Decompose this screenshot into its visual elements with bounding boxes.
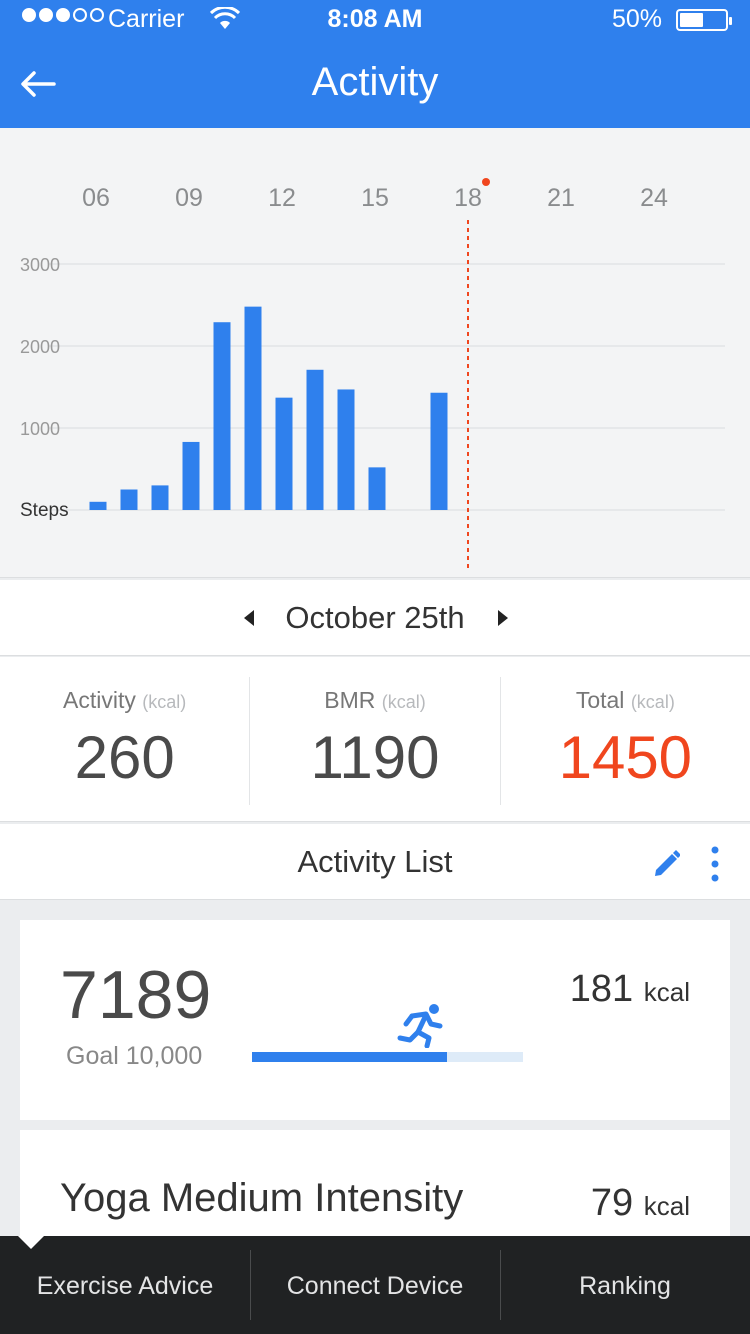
x-tick-label: 21 (547, 184, 575, 212)
step-progress-bar (252, 1052, 523, 1062)
step-progress-fill (252, 1052, 447, 1062)
chart-bar (151, 485, 169, 510)
step-count: 7189 (60, 957, 212, 1033)
chart-bar (182, 441, 200, 510)
bottom-tab-bar: Exercise Advice Connect Device Ranking (0, 1236, 750, 1334)
date-navigator: October 25th (0, 580, 750, 656)
chart-bar (430, 392, 448, 510)
activity-kcal-stat: Activity (kcal) 260 (0, 657, 249, 821)
kcal-unit: kcal (643, 977, 690, 1007)
battery-icon (676, 9, 732, 31)
steps-activity-card[interactable]: 7189 Goal 10,000 181 kcal (20, 920, 730, 1120)
stat-unit: (kcal) (142, 692, 187, 712)
chart-bar (213, 322, 231, 510)
stat-unit: (kcal) (630, 692, 675, 712)
total-kcal-stat: Total (kcal) 1450 (499, 677, 750, 805)
current-date: October 25th (285, 600, 465, 635)
kcal-value: 79 (590, 1182, 634, 1224)
stat-label: Activity (63, 687, 136, 713)
x-tick-label: 24 (640, 184, 668, 212)
tab-ranking[interactable]: Ranking (500, 1236, 750, 1334)
chart-bar (306, 369, 324, 510)
stat-value: 1190 (310, 724, 440, 791)
steps-chart: 3000 2000 1000 Steps 06 09 12 15 18 21 24 (0, 128, 750, 578)
tab-connect-device[interactable]: Connect Device (250, 1236, 500, 1334)
stat-value: 260 (74, 724, 175, 791)
page-title: Activity (311, 60, 439, 104)
current-time-dot (482, 178, 490, 186)
x-tick-label: 09 (175, 184, 203, 212)
chart-bar (244, 306, 262, 510)
chart-bar (120, 489, 138, 510)
chart-bar (337, 389, 355, 510)
chart-bar (89, 501, 107, 510)
y-tick-label: 1000 (20, 419, 60, 439)
x-tick-label: 18 (454, 184, 482, 212)
pencil-icon[interactable] (652, 846, 680, 878)
calorie-stats: Activity (kcal) 260 BMR (kcal) 1190 Tota… (0, 657, 750, 822)
app-header: Carrier 8:08 AM 50% Activity (0, 0, 750, 128)
activity-name: Yoga Medium Intensity (60, 1176, 464, 1220)
x-tick-label: 15 (361, 184, 389, 212)
activity-list-header: Activity List (0, 824, 750, 900)
step-goal: Goal 10,000 (66, 1042, 203, 1070)
stat-value: 1450 (558, 724, 693, 791)
chart-bar (368, 467, 386, 510)
x-tick-label: 12 (268, 184, 296, 212)
more-vertical-icon[interactable] (706, 846, 724, 882)
status-bar: Carrier 8:08 AM 50% (0, 0, 750, 40)
stat-unit: (kcal) (381, 692, 426, 712)
steps-bar-chart: 3000 2000 1000 Steps 06 09 12 15 18 21 24 (20, 178, 725, 568)
activity-list-title: Activity List (297, 844, 453, 879)
kcal-value: 181 (569, 968, 634, 1010)
battery-percent: 50% (611, 5, 662, 33)
stat-label: Total (575, 687, 625, 713)
bmr-kcal-stat: BMR (kcal) 1190 (249, 677, 499, 805)
y-tick-label: 3000 (20, 255, 60, 275)
kcal-unit: kcal (643, 1191, 690, 1221)
tab-exercise-advice[interactable]: Exercise Advice (0, 1236, 250, 1334)
active-tab-indicator (18, 1236, 44, 1249)
yoga-activity-card[interactable]: Yoga Medium Intensity 79 kcal (20, 1130, 730, 1240)
stat-label: BMR (324, 687, 376, 713)
x-tick-label: 06 (82, 184, 110, 212)
running-icon (397, 1004, 443, 1048)
y-axis-label: Steps (20, 500, 69, 521)
y-tick-label: 2000 (20, 337, 60, 357)
next-day-icon[interactable] (492, 606, 512, 630)
chart-bar (275, 397, 293, 510)
